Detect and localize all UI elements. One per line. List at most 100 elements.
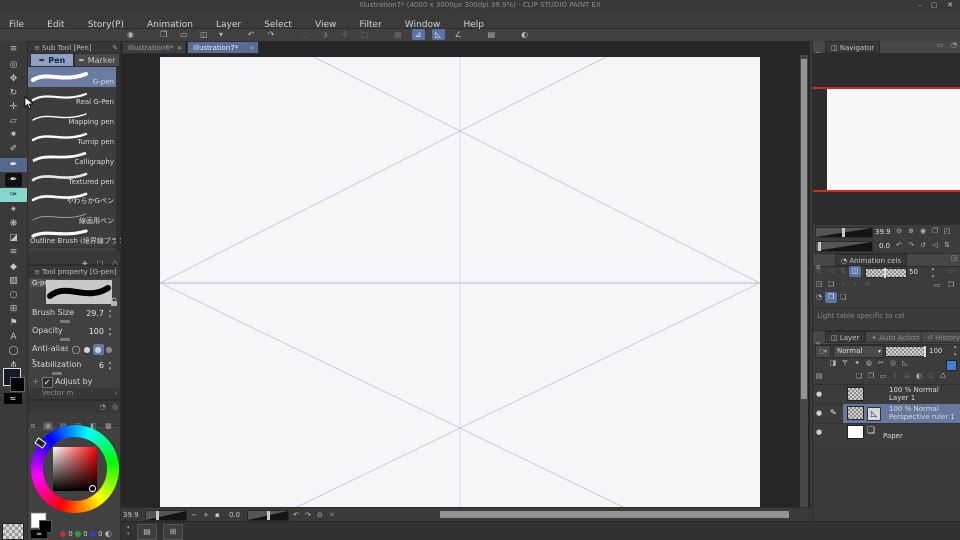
layer-thumbnail-size-dropdown[interactable]: ◻▾ [815, 345, 831, 358]
layer-thumbnail[interactable] [847, 406, 864, 420]
fit-to-width-icon[interactable]: ◰ [941, 226, 953, 237]
new-vector-layer-icon[interactable]: ❐ [865, 371, 877, 382]
layer-opacity-value[interactable]: 100 [929, 347, 942, 355]
brush-item-g-pen[interactable]: G-pen [28, 67, 118, 88]
zoom-out-icon[interactable]: ⊖ [893, 226, 905, 237]
onion-skin-icon[interactable]: ⇅ [837, 266, 849, 277]
deselect-icon[interactable]: ◌ [298, 29, 311, 40]
apply-mask-icon[interactable]: ⊡ [925, 371, 937, 382]
duplicate-cel-icon[interactable]: ❐ [945, 280, 957, 291]
layer-name[interactable]: Perspective ruler 1 [889, 413, 955, 421]
invert-selection-icon[interactable]: ◑ [318, 29, 331, 40]
flip-cel-icon[interactable]: ◁ [825, 266, 837, 277]
status-clear-rotation-icon[interactable]: ✕ [329, 511, 335, 519]
zoom-100-icon[interactable]: ◉ [917, 226, 929, 237]
palette-dock-button-1[interactable]: ▤ [137, 524, 157, 540]
delete-layer-icon[interactable]: ♺ [937, 371, 949, 382]
light-table-cel-icon[interactable]: ❐ [825, 292, 837, 303]
auto-select-tool-icon[interactable]: ✷ [0, 128, 27, 142]
ruler-tool-icon[interactable]: ⚑ [0, 316, 27, 330]
color-wheel-icon[interactable]: ◉ [43, 422, 54, 430]
frame-border-tool-icon[interactable]: ⊞ [0, 302, 27, 316]
copy-cel-icon[interactable]: ❏ [837, 292, 849, 303]
flip-horizontal-icon[interactable]: ◁ [929, 240, 941, 251]
cel-folder-icon[interactable]: ▭ [945, 266, 957, 277]
history-tab[interactable]: ↺ History [921, 331, 960, 343]
sub-transparent-swatch[interactable]: ≈ [31, 530, 47, 538]
brush-size-stepper[interactable]: ▴ ▾ [106, 308, 114, 321]
flip-vertical-icon[interactable]: ⇅ [941, 240, 953, 251]
navigator-zoom-value[interactable]: 39.9 [875, 228, 891, 236]
status-rotate-right-icon[interactable]: ↷ [305, 511, 311, 519]
stabilization-slider[interactable] [52, 372, 62, 375]
intermediate-color-icon[interactable]: ▩ [103, 422, 113, 430]
adjust-by-speed-checkbox[interactable]: ✓ [41, 377, 53, 388]
tool-property-menu-icon[interactable]: ≡ [32, 266, 42, 278]
new-animation-cel-icon[interactable]: ❏ [825, 279, 837, 290]
opacity-stepper[interactable]: ▴ ▾ [106, 326, 114, 339]
status-zoom-in-icon[interactable]: + [203, 511, 209, 519]
rotate-tool-icon[interactable]: ↻ [0, 86, 27, 100]
new-raster-layer-icon[interactable]: ❏ [853, 371, 865, 382]
cel-opacity-slider[interactable] [865, 268, 907, 278]
marker-tool-icon[interactable]: ✒ [5, 173, 22, 187]
eraser-tool-icon[interactable]: ◪ [0, 231, 27, 245]
brush-tool-icon[interactable]: ✑ [0, 188, 27, 202]
brush-item-outline-brush[interactable]: Outline Brush (境界線ブラシ) [28, 227, 127, 248]
toolstrip-menu-icon[interactable]: ≡ [0, 42, 27, 56]
replay-icon[interactable]: ↺ [861, 279, 873, 290]
next-cel-icon[interactable]: › [849, 279, 861, 290]
dock-collapse-arrows[interactable]: ▴ ▾ [127, 524, 130, 538]
blend-mode-dropdown[interactable]: Normal ▾ [833, 345, 884, 358]
minimize-button[interactable]: – [914, 1, 926, 10]
layer-row-perspective-ruler[interactable]: ● ✎ ◺ 100 % Normal Perspective ruler 1 [813, 404, 960, 424]
transfer-to-lower-icon[interactable]: ⇩ [889, 371, 901, 382]
fit-to-screen-icon[interactable]: ❐ [929, 226, 941, 237]
save-dropdown-icon[interactable]: ▾ [217, 29, 224, 40]
sv-cursor[interactable] [89, 485, 96, 492]
zoom-in-icon[interactable]: ⊕ [905, 226, 917, 237]
brush-size-value[interactable]: 29.7 [86, 309, 104, 318]
stabilization-stepper[interactable]: ▴ ▾ [106, 360, 114, 373]
layer-tab[interactable]: ◫ Layer [825, 331, 866, 343]
maximize-button[interactable]: ▢ [928, 1, 940, 10]
balloon-tool-icon[interactable]: ◯ [0, 344, 27, 358]
brush-size-row[interactable]: Brush Size 29.7 ▴ ▾ [32, 308, 116, 323]
cel-opacity-value[interactable]: 50 [909, 268, 918, 276]
antialias-strong-button[interactable]: ● [104, 344, 115, 355]
status-zoom-value[interactable]: 39.9 [123, 511, 139, 519]
doc-tab-close-icon[interactable]: ✕ [250, 42, 255, 53]
visibility-eye-icon[interactable]: ● [816, 390, 822, 398]
visibility-eye-icon[interactable]: ● [816, 409, 822, 417]
status-rotate-left-icon[interactable]: ↶ [293, 511, 299, 519]
move-tool-icon[interactable]: ✛ [0, 100, 27, 114]
red-chip[interactable] [60, 531, 66, 537]
light-table-toggle-icon[interactable]: ◫ [849, 266, 861, 277]
new-file-icon[interactable]: ❐ [157, 29, 170, 40]
status-rotation-slider[interactable] [247, 510, 289, 521]
brush-item-soft-g-pen[interactable]: やわらかGペン [28, 187, 118, 208]
stabilization-row[interactable]: Stabilization 6 ▴ ▾ [32, 360, 116, 375]
app-settings-icon[interactable]: ◉ [124, 29, 137, 40]
brush-item-textured-pen[interactable]: Textured pen [28, 167, 118, 188]
visibility-eye-icon[interactable]: ● [816, 428, 822, 436]
screen-mode-icon[interactable]: ◐ [518, 29, 531, 40]
opacity-row[interactable]: Opacity 100 ▴ ▾ [32, 326, 116, 341]
selection-border-icon[interactable]: ▢ [358, 29, 371, 40]
clip-to-layer-below-icon[interactable]: ◨ [827, 358, 839, 369]
subtool-tab-pen[interactable]: ✒ Pen [30, 53, 74, 67]
canvas-horizontal-scrollbar[interactable] [440, 511, 789, 518]
canvas-vertical-scrollbar[interactable] [800, 55, 808, 507]
navigator-rotation-slider[interactable] [815, 241, 873, 252]
brush-item-line-drawing-pen[interactable]: 線画用ペン [28, 207, 118, 228]
navigator-zoom-slider[interactable] [815, 227, 873, 238]
opacity-slider[interactable] [60, 338, 70, 341]
layer-opacity-slider[interactable] [885, 346, 927, 357]
gradient-tool-icon[interactable]: ▨ [0, 274, 27, 288]
green-chip[interactable] [74, 531, 81, 537]
material-panel-icon[interactable]: ▤ [485, 29, 498, 40]
layer-row-layer1[interactable]: ● 100 % Normal Layer 1 [813, 385, 960, 405]
reset-rotation-icon[interactable]: ↺ [917, 240, 929, 251]
hand-tool-icon[interactable]: ✥ [0, 72, 27, 86]
brush-item-mapping-pen[interactable]: Mapping pen [28, 107, 118, 128]
